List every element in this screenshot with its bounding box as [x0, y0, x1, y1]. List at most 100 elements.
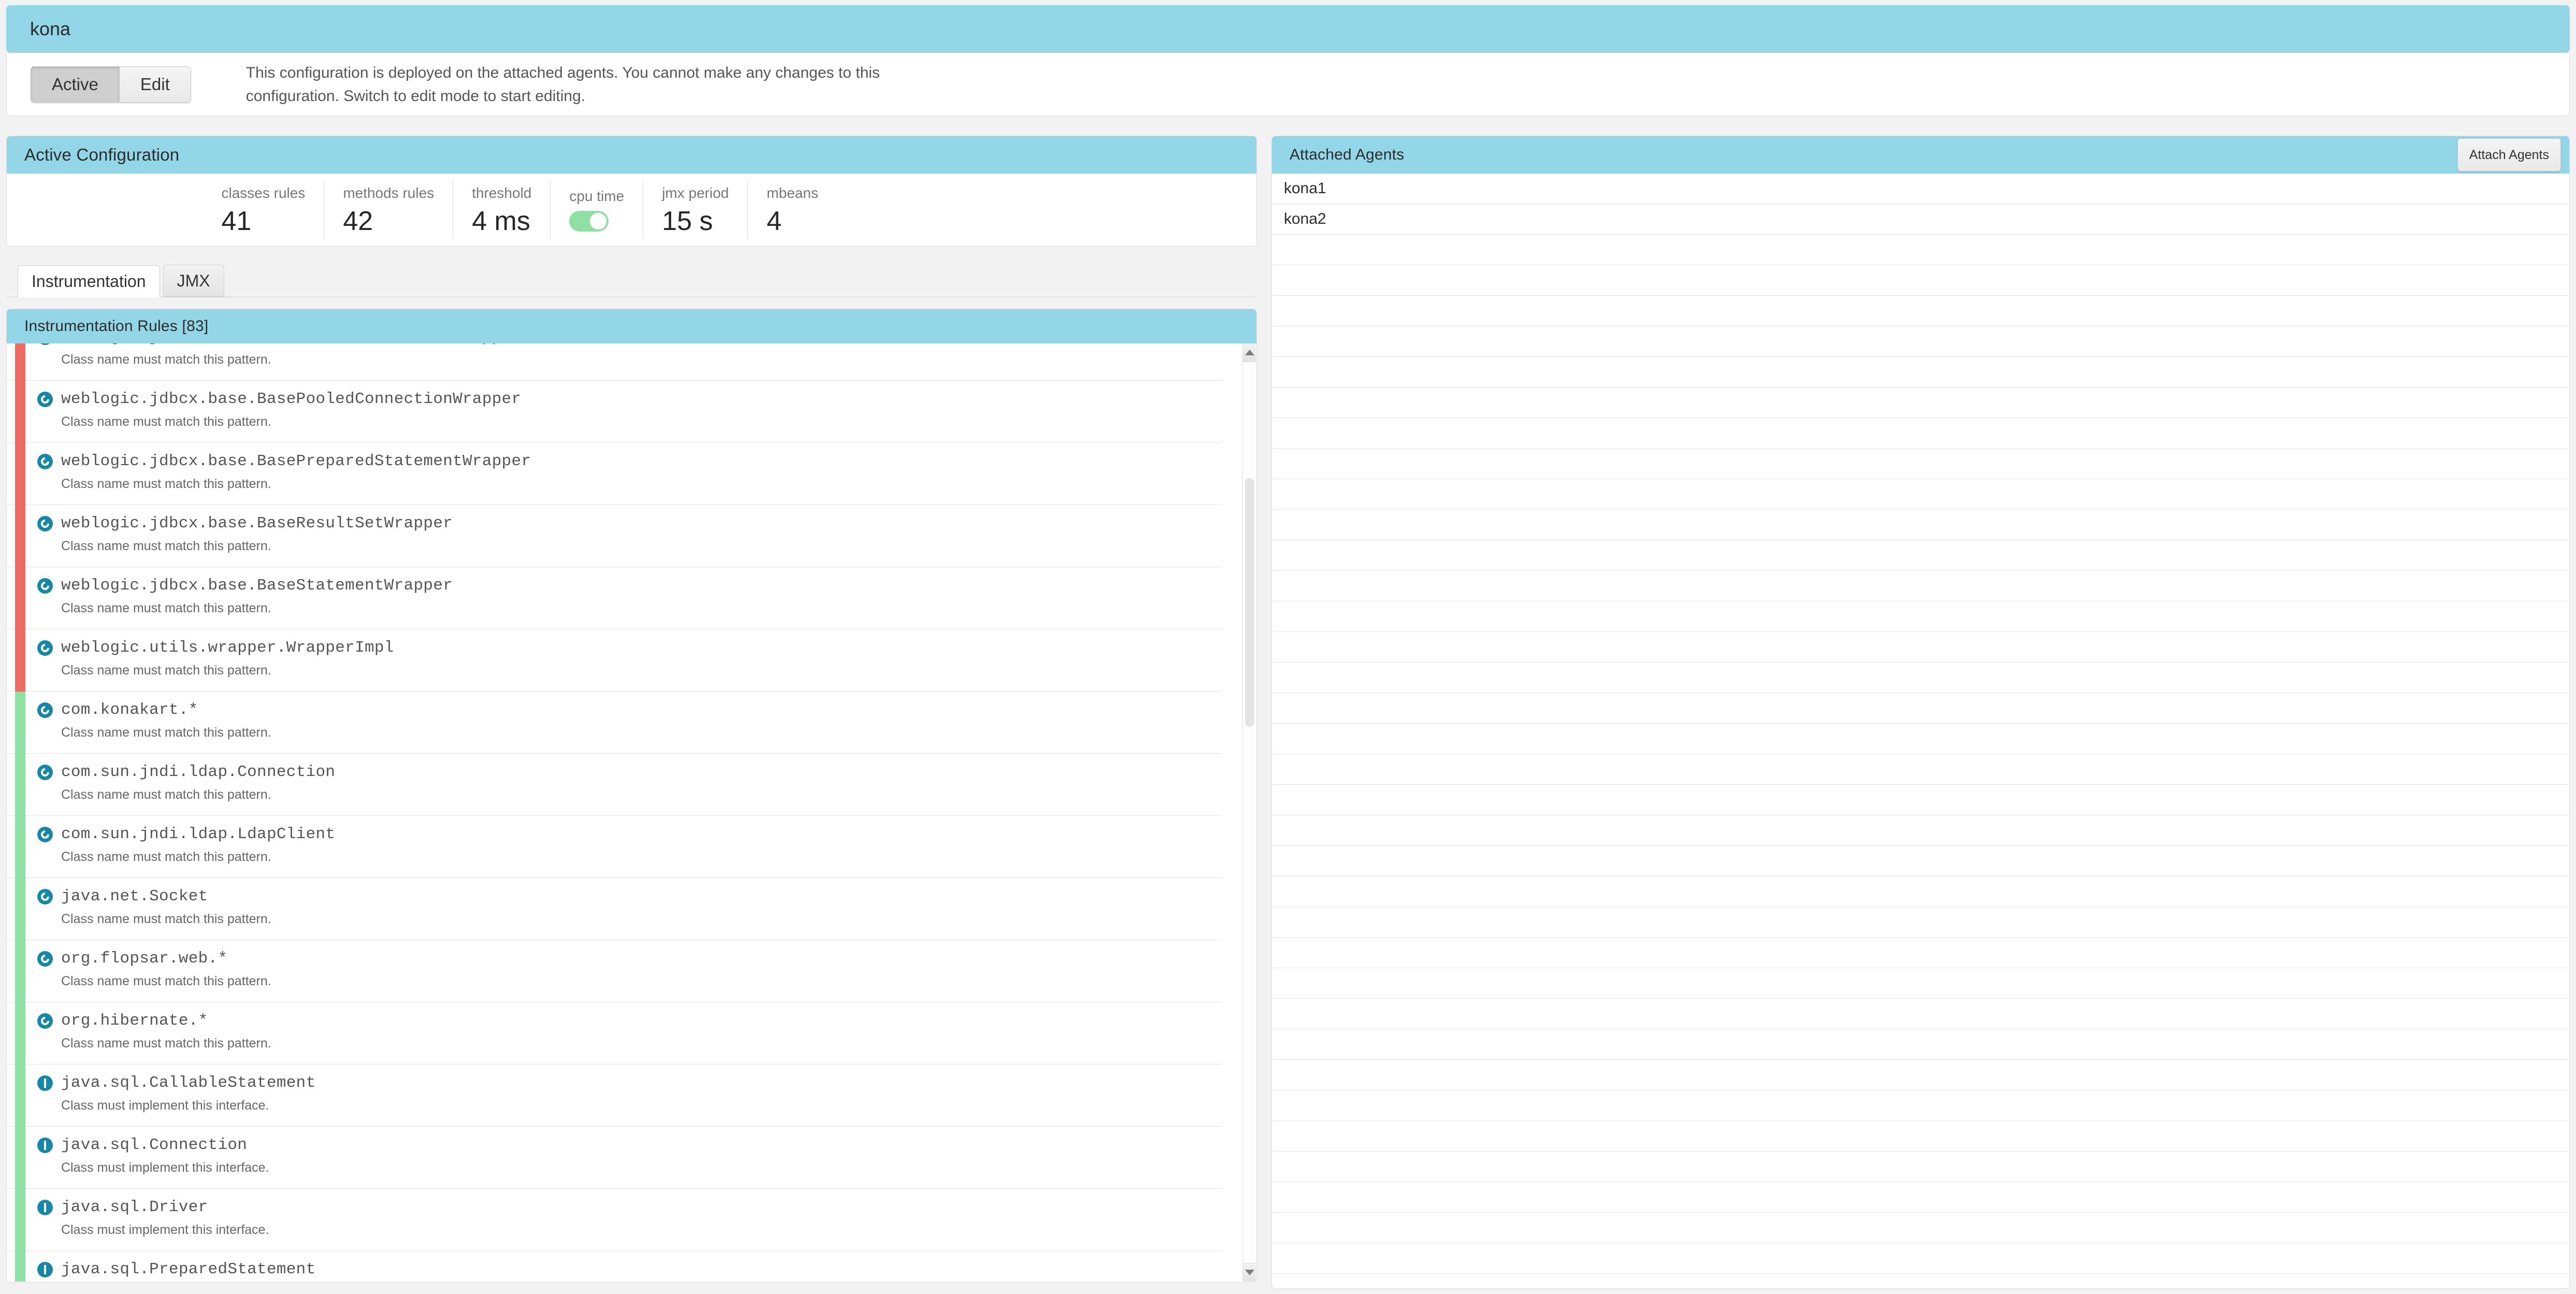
interface-i-icon	[37, 1137, 53, 1153]
agent-row-empty	[1272, 387, 2569, 418]
rule-row[interactable]: com.konakart.* Class name must match this…	[7, 692, 1222, 754]
rule-row[interactable]: com.sun.jndi.ldap.Connection Class name m…	[7, 754, 1222, 816]
agent-row-empty	[1272, 1152, 2569, 1182]
class-c-icon	[37, 578, 53, 594]
stat-methods-rules: methods rules 42	[324, 181, 453, 239]
stat-label: classes rules	[221, 185, 306, 201]
interface-i-icon	[37, 1199, 53, 1215]
stat-label: methods rules	[343, 185, 435, 201]
scroll-up-button[interactable]	[1243, 343, 1256, 362]
rule-body: java.net.Socket Class name must match thi…	[7, 878, 1222, 927]
tab-instrumentation[interactable]: Instrumentation	[18, 265, 160, 297]
agent-row-empty	[1272, 876, 2569, 907]
attach-agents-button[interactable]: Attach Agents	[2457, 138, 2561, 171]
rule-description: Class name must match this pattern.	[61, 912, 271, 926]
rule-title-row: weblogic.jdbcx.base.BasePooledConnection…	[37, 390, 1222, 408]
rule-title-row: weblogic.jdbcx.base.BaseResultSetWrapper	[37, 514, 1222, 533]
rule-status-stripe	[15, 878, 25, 940]
application-root: kona Active Edit This configuration is d…	[0, 0, 2576, 1294]
rule-row[interactable]: java.net.Socket Class name must match thi…	[7, 878, 1222, 940]
rule-status-stripe	[15, 443, 25, 505]
mode-toggle-group: Active Edit	[31, 66, 191, 103]
rule-body: org.flopsar.web.* Class name must match t…	[7, 940, 1222, 989]
rules-scroll-viewport[interactable]: weblogic.jdbcx.base.BaseDatabaseMetaData…	[7, 343, 1256, 1282]
instrumentation-rules-panel: Instrumentation Rules [83] weblogic.jdbc…	[6, 309, 1257, 1283]
agent-row-empty	[1272, 296, 2569, 326]
tab-jmx[interactable]: JMX	[163, 265, 224, 297]
attached-agents-list: kona1 kona2	[1272, 174, 2569, 1288]
rules-scrollbar[interactable]	[1242, 343, 1256, 1282]
stat-value: 42	[343, 206, 373, 236]
rule-title-row: org.hibernate.*	[37, 1012, 1222, 1030]
rule-row[interactable]: java.sql.PreparedStatementClass must imp…	[7, 1251, 1222, 1282]
class-c-icon	[37, 764, 53, 780]
agent-row-empty	[1272, 693, 2569, 724]
instrumentation-rules-header: Instrumentation Rules [83]	[7, 309, 1256, 343]
mode-description: This configuration is deployed on the at…	[245, 64, 880, 105]
active-configuration-title: Active Configuration	[24, 145, 180, 164]
class-c-icon	[37, 515, 53, 531]
rule-title-row: org.flopsar.web.*	[37, 950, 1222, 968]
rule-row[interactable]: weblogic.jdbcx.base.BaseDatabaseMetaData…	[7, 343, 1222, 381]
agent-row-empty	[1272, 601, 2569, 632]
scrollbar-thumb[interactable]	[1245, 478, 1254, 727]
agent-row-empty	[1272, 846, 2569, 876]
agent-row-empty	[1272, 968, 2569, 999]
rule-row[interactable]: java.sql.Connection Class must implement …	[7, 1127, 1222, 1189]
rule-status-stripe	[15, 567, 25, 629]
rule-name: weblogic.jdbcx.base.BaseStatementWrapper	[61, 577, 453, 595]
agent-row-empty	[1272, 357, 2569, 387]
class-c-icon	[37, 391, 53, 407]
rule-status-stripe	[15, 816, 25, 878]
interface-i-icon	[37, 1261, 53, 1277]
rule-status-stripe	[15, 754, 25, 816]
rule-row[interactable]: org.hibernate.* Class name must match thi…	[7, 1002, 1222, 1065]
rule-row[interactable]: weblogic.jdbcx.base.BasePreparedStatemen…	[7, 443, 1222, 505]
instrumentation-rules-title: Instrumentation Rules [83]	[24, 318, 209, 335]
cpu-time-toggle[interactable]	[569, 211, 609, 232]
stat-value: 41	[221, 206, 252, 236]
rules-list: weblogic.jdbcx.base.BaseDatabaseMetaData…	[7, 343, 1222, 1282]
agent-row-empty	[1272, 1060, 2569, 1090]
interface-i-icon	[37, 1075, 53, 1091]
rule-status-stripe	[15, 381, 25, 443]
rule-body: com.sun.jndi.ldap.LdapClient Class name m…	[7, 816, 1222, 865]
scroll-down-button[interactable]	[1243, 1263, 1256, 1282]
stat-label: jmx period	[662, 185, 729, 201]
rule-title-row: weblogic.utils.wrapper.WrapperImpl	[37, 639, 1222, 657]
rule-row[interactable]: java.sql.Driver Class must implement this…	[7, 1189, 1222, 1251]
title-bar: kona	[6, 5, 2570, 53]
rule-status-stripe	[15, 1065, 25, 1127]
rule-row[interactable]: com.sun.jndi.ldap.LdapClient Class name m…	[7, 816, 1222, 878]
rule-row[interactable]: weblogic.jdbcx.base.BaseStatementWrapper…	[7, 567, 1222, 629]
agent-row-empty	[1272, 724, 2569, 754]
rule-title-row: com.konakart.*	[37, 701, 1222, 719]
rule-row[interactable]: weblogic.jdbcx.base.BasePooledConnection…	[7, 381, 1222, 443]
class-c-icon	[37, 888, 53, 904]
rule-body: weblogic.jdbcx.base.BasePooledConnection…	[7, 381, 1222, 429]
rule-row[interactable]: weblogic.jdbcx.base.BaseResultSetWrapper…	[7, 505, 1222, 567]
rule-title-row: com.sun.jndi.ldap.Connection	[37, 763, 1222, 781]
rule-title-row: java.sql.CallableStatement	[37, 1074, 1222, 1092]
stat-cpu-time: cpu time	[550, 181, 643, 239]
rule-name: weblogic.jdbcx.base.BaseDatabaseMetaData…	[61, 343, 521, 346]
rule-row[interactable]: weblogic.utils.wrapper.WrapperImpl Class …	[7, 629, 1222, 692]
active-mode-button[interactable]: Active	[31, 66, 120, 103]
agent-row[interactable]: kona2	[1272, 204, 2569, 235]
rule-description: Class name must match this pattern.	[61, 974, 271, 988]
class-c-icon	[37, 640, 53, 656]
rule-name: java.sql.Connection	[61, 1136, 248, 1154]
rule-body: org.hibernate.* Class name must match thi…	[7, 1002, 1222, 1051]
agent-row-empty	[1272, 907, 2569, 938]
edit-mode-button[interactable]: Edit	[119, 66, 191, 103]
rule-description: Class name must match this pattern.	[61, 850, 271, 864]
rule-description: Class must implement this interface.	[61, 1098, 269, 1113]
rule-body: weblogic.jdbcx.base.BaseDatabaseMetaData…	[7, 343, 1222, 367]
rule-row[interactable]: java.sql.CallableStatement Class must imp…	[7, 1065, 1222, 1127]
agent-row[interactable]: kona1	[1272, 174, 2569, 204]
rule-row[interactable]: org.flopsar.web.* Class name must match t…	[7, 940, 1222, 1002]
rule-status-stripe	[15, 1127, 25, 1189]
attached-agents-title: Attached Agents	[1290, 146, 1405, 163]
class-c-icon	[37, 453, 53, 469]
rule-name: com.sun.jndi.ldap.LdapClient	[61, 825, 336, 843]
